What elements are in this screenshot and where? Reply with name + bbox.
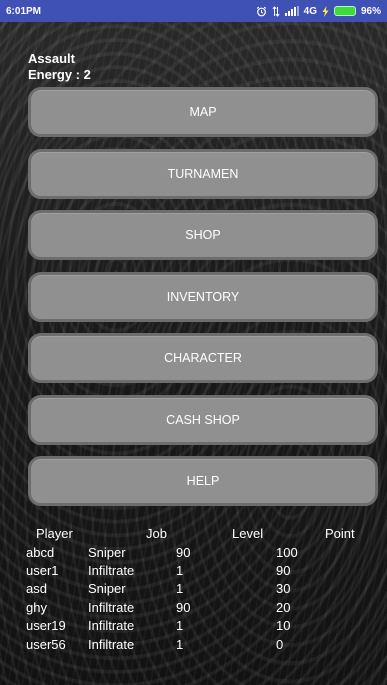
player-job: Infiltrate <box>88 599 135 615</box>
player-point: 90 <box>276 563 291 579</box>
table-row: ghy Infiltrate 90 20 <box>0 598 387 616</box>
main-menu: MAP TURNAMEN SHOP INVENTORY CHARACTER CA… <box>28 87 378 518</box>
player-name: abcd <box>26 544 55 560</box>
character-button[interactable]: CHARACTER <box>28 333 378 383</box>
cash-shop-button[interactable]: CASH SHOP <box>28 394 378 445</box>
player-job: Infiltrate <box>88 563 135 579</box>
map-button[interactable]: MAP <box>28 87 378 137</box>
player-job: Sniper <box>88 544 126 560</box>
leaderboard-header: Player Job Level Point <box>0 524 387 543</box>
leaderboard-table: Player Job Level Point abcd Sniper 90 10… <box>0 524 387 653</box>
energy-label: Energy : 2 <box>28 67 91 82</box>
status-time: 6:01PM <box>6 5 42 17</box>
player-point: 30 <box>276 581 291 597</box>
help-button[interactable]: HELP <box>28 456 378 506</box>
player-level: 90 <box>176 544 191 560</box>
table-row: asd Sniper 1 30 <box>0 580 387 598</box>
table-row: abcd Sniper 90 100 <box>0 543 387 561</box>
table-row: user1 Infiltrate 1 90 <box>0 561 387 579</box>
alarm-icon <box>256 6 267 17</box>
inventory-button[interactable]: INVENTORY <box>28 271 378 322</box>
player-level: 1 <box>176 563 184 579</box>
player-level: 1 <box>176 636 184 652</box>
player-level: 90 <box>176 599 191 615</box>
shop-button[interactable]: SHOP <box>28 210 378 260</box>
player-job: Infiltrate <box>88 618 135 634</box>
header-point: Point <box>325 526 355 541</box>
table-row: user56 Infiltrate 1 0 <box>0 635 387 653</box>
player-point: 10 <box>276 618 291 634</box>
battery-percent: 96% <box>360 5 381 17</box>
player-header: Assault Energy : 2 <box>28 51 91 83</box>
data-arrows-icon <box>272 5 280 17</box>
charging-icon <box>322 5 329 17</box>
player-point: 0 <box>276 636 284 652</box>
player-job: Sniper <box>88 581 126 597</box>
player-level: 1 <box>176 581 184 597</box>
player-name: user56 <box>26 636 66 652</box>
player-point: 100 <box>276 544 298 560</box>
status-bar: 6:01PM 4G 96% <box>0 0 387 22</box>
player-name: user1 <box>26 563 59 579</box>
header-job: Job <box>146 526 167 541</box>
player-point: 20 <box>276 599 291 615</box>
table-row: user19 Infiltrate 1 10 <box>0 617 387 635</box>
network-type: 4G <box>303 5 317 17</box>
player-job: Infiltrate <box>88 636 135 652</box>
status-icons: 4G 96% <box>256 5 381 17</box>
player-name: ghy <box>26 599 47 615</box>
player-name: asd <box>26 581 47 597</box>
header-player: Player <box>36 526 73 541</box>
player-level: 1 <box>176 618 184 634</box>
header-level: Level <box>232 526 264 541</box>
mode-title: Assault <box>28 51 75 66</box>
battery-level <box>333 6 356 16</box>
signal-icon <box>284 6 299 16</box>
turnamen-button[interactable]: TURNAMEN <box>28 148 378 199</box>
player-name: user19 <box>26 618 66 634</box>
battery-icon <box>333 6 356 16</box>
